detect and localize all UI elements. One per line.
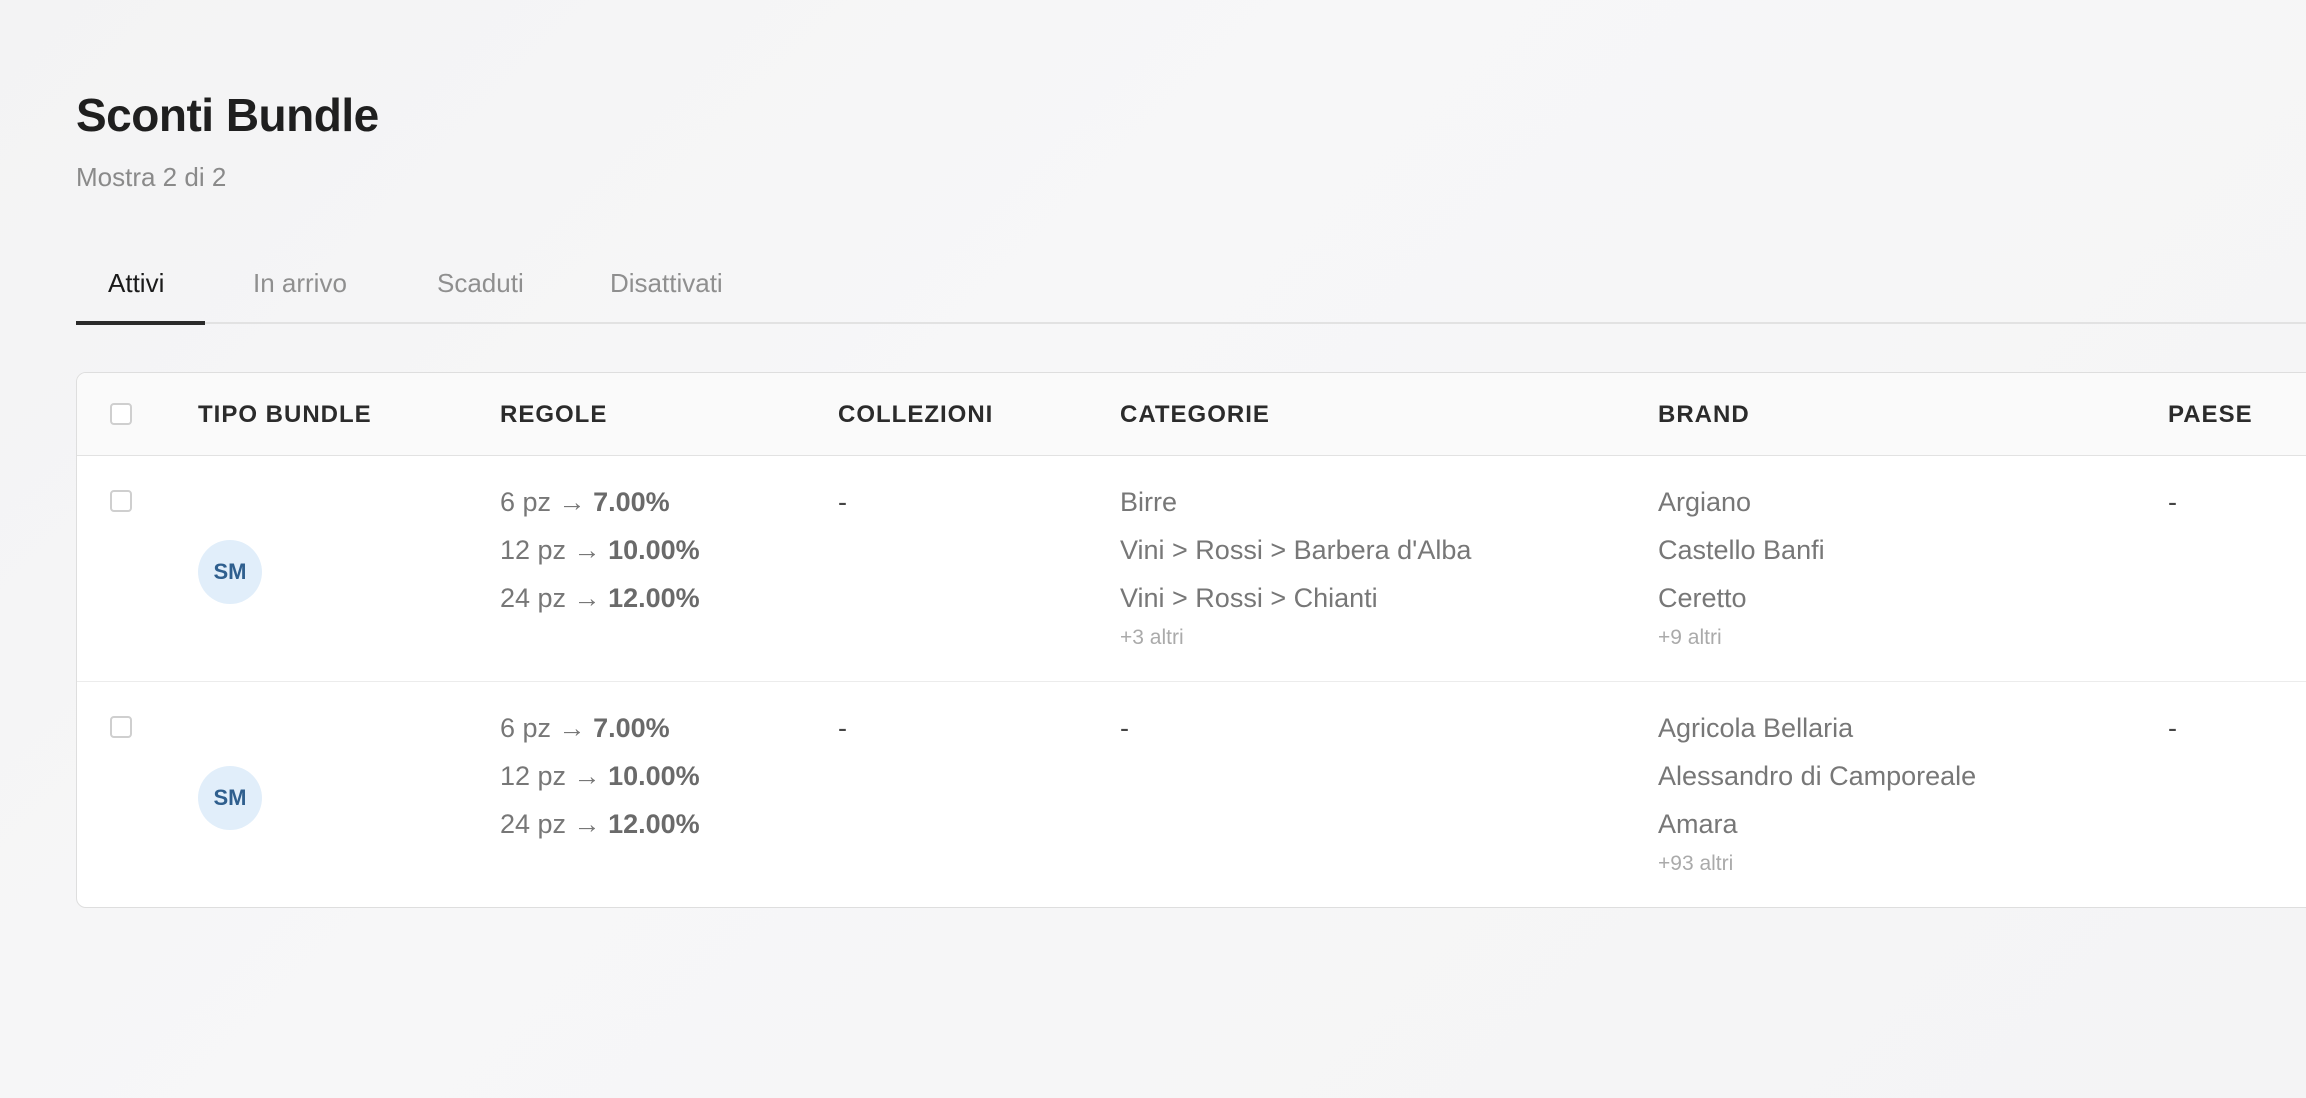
row-checkbox[interactable] bbox=[110, 490, 132, 512]
more-categories-count: +3 altri bbox=[1120, 626, 1184, 649]
rule-line: 12 pz → 10.00% bbox=[500, 535, 700, 565]
tab-disattivati[interactable]: Disattivati bbox=[610, 268, 723, 299]
tab-scaduti[interactable]: Scaduti bbox=[437, 268, 524, 299]
empty-value: - bbox=[2168, 487, 2177, 517]
empty-value: - bbox=[838, 487, 847, 517]
empty-value: - bbox=[838, 713, 847, 743]
more-brands-count: +9 altri bbox=[1658, 626, 1722, 649]
brand-item: Alessandro di Camporeale bbox=[1658, 761, 1977, 791]
category-item: Birre bbox=[1120, 487, 1178, 517]
results-count: Mostra 2 di 2 bbox=[76, 162, 227, 192]
row-checkbox[interactable] bbox=[110, 716, 132, 738]
select-all-checkbox[interactable] bbox=[110, 403, 132, 425]
category-item: Vini > Rossi > Chianti bbox=[1120, 583, 1378, 613]
bundle-type-avatar: SM bbox=[198, 766, 262, 830]
table-header: TIPO BUNDLE REGOLE COLLEZIONI CATEGORIE … bbox=[77, 373, 2306, 456]
brand-item: Ceretto bbox=[1658, 583, 1747, 613]
table-row[interactable]: SM 6 pz → 7.00% 12 pz → 10.00% 24 pz → 1… bbox=[77, 456, 2306, 682]
brand-item: Agricola Bellaria bbox=[1658, 713, 1854, 743]
page-title: Sconti Bundle bbox=[76, 89, 379, 141]
active-tab-indicator bbox=[76, 321, 205, 325]
bundle-discounts-page: Sconti Bundle Mostra 2 di 2 Attivi In ar… bbox=[0, 0, 2306, 1098]
header-collezioni[interactable]: COLLEZIONI bbox=[838, 401, 993, 429]
collections-cell: - bbox=[838, 482, 847, 522]
categories-cell: - bbox=[1120, 708, 1129, 748]
country-cell: - bbox=[2168, 708, 2177, 748]
status-tabs: Attivi In arrivo Scaduti Disattivati bbox=[76, 252, 2306, 325]
empty-value: - bbox=[1120, 713, 1129, 743]
rule-line: 24 pz → 12.00% bbox=[500, 809, 700, 839]
rule-line: 6 pz → 7.00% bbox=[500, 713, 670, 743]
brand-item: Argiano bbox=[1658, 487, 1752, 517]
empty-value: - bbox=[2168, 713, 2177, 743]
bundles-table: TIPO BUNDLE REGOLE COLLEZIONI CATEGORIE … bbox=[76, 372, 2306, 908]
rule-line: 6 pz → 7.00% bbox=[500, 487, 670, 517]
rule-line: 12 pz → 10.00% bbox=[500, 761, 700, 791]
brands-cell: Agricola Bellaria Alessandro di Camporea… bbox=[1658, 708, 1976, 880]
tab-in-arrivo[interactable]: In arrivo bbox=[253, 268, 347, 299]
brand-item: Amara bbox=[1658, 809, 1738, 839]
categories-cell: Birre Vini > Rossi > Barbera d'Alba Vini… bbox=[1120, 482, 1471, 654]
header-brand[interactable]: BRAND bbox=[1658, 401, 1750, 429]
category-item: Vini > Rossi > Barbera d'Alba bbox=[1120, 535, 1472, 565]
more-brands-count: +93 altri bbox=[1658, 852, 1734, 875]
collections-cell: - bbox=[838, 708, 847, 748]
header-paese[interactable]: PAESE bbox=[2168, 401, 2253, 429]
header-tipo-bundle[interactable]: TIPO BUNDLE bbox=[198, 401, 372, 429]
tab-attivi[interactable]: Attivi bbox=[108, 268, 164, 299]
header-categorie[interactable]: CATEGORIE bbox=[1120, 401, 1270, 429]
header-regole[interactable]: REGOLE bbox=[500, 401, 607, 429]
country-cell: - bbox=[2168, 482, 2177, 522]
rules-cell: 6 pz → 7.00% 12 pz → 10.00% 24 pz → 12.0… bbox=[500, 482, 700, 626]
table-row[interactable]: SM 6 pz → 7.00% 12 pz → 10.00% 24 pz → 1… bbox=[77, 682, 2306, 907]
rule-line: 24 pz → 12.00% bbox=[500, 583, 700, 613]
brand-item: Castello Banfi bbox=[1658, 535, 1825, 565]
bundle-type-avatar: SM bbox=[198, 540, 262, 604]
brands-cell: Argiano Castello Banfi Ceretto +9 altri bbox=[1658, 482, 1825, 654]
rules-cell: 6 pz → 7.00% 12 pz → 10.00% 24 pz → 12.0… bbox=[500, 708, 700, 852]
